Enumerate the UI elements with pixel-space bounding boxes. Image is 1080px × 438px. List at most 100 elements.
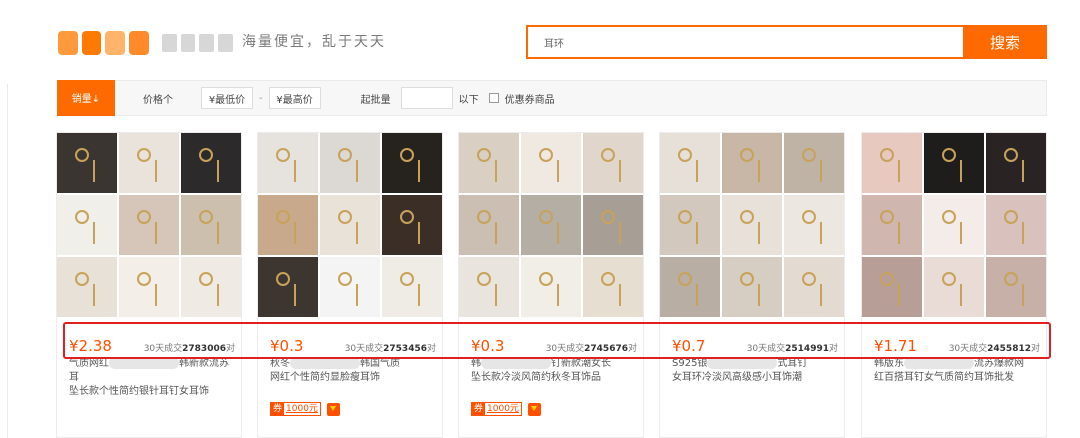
product-title[interactable]: 秋冬 韩国气质 网红个性简约显脸瘦耳饰 <box>270 357 436 385</box>
product-image-tile <box>57 133 117 193</box>
monthly-sales: 30天成交2455812对 <box>948 344 1040 354</box>
product-image-tile <box>722 257 782 317</box>
product-image-tile <box>382 195 442 255</box>
product-image-tile <box>181 257 241 317</box>
logo-mark <box>81 31 102 55</box>
product-image-tile <box>583 257 643 317</box>
price-row: ¥2.38 30天成交2783006对 <box>69 337 235 355</box>
product-image-tile <box>784 133 844 193</box>
max-price-input[interactable]: ¥最高价 <box>268 87 321 109</box>
product-title[interactable]: S925银 式耳钉 女耳环冷淡风高级感小耳饰潮 <box>672 357 838 385</box>
gift-icon <box>527 402 541 416</box>
product-image[interactable] <box>459 133 643 317</box>
product-image[interactable] <box>57 133 241 317</box>
logo-mark <box>161 34 177 52</box>
monthly-sales: 30天成交2745676对 <box>545 344 637 354</box>
monthly-sales: 30天成交2514991对 <box>746 344 838 354</box>
logo-mark <box>180 34 196 52</box>
product-card[interactable]: ¥0.3 30天成交2753456对 秋冬 韩国气质 网红个性简约显脸瘦耳饰 券1… <box>257 132 443 438</box>
product-image-tile <box>986 257 1046 317</box>
product-search-page: 海量便宜，乱于天天 搜索 销量↓ 价格个 ¥最低价 - ¥最高价 起批量 以下 … <box>0 0 1080 438</box>
search-button[interactable]: 搜索 <box>963 25 1047 59</box>
product-image[interactable] <box>862 133 1046 317</box>
product-image-tile <box>181 195 241 255</box>
product-image-tile <box>459 257 519 317</box>
product-image-tile <box>320 257 380 317</box>
product-image-tile <box>320 195 380 255</box>
product-image-tile <box>57 195 117 255</box>
logo-mark <box>218 34 233 52</box>
product-price: ¥0.3 <box>270 337 304 355</box>
product-image[interactable] <box>258 133 442 317</box>
product-image-tile <box>924 133 984 193</box>
moq-input[interactable] <box>400 87 453 109</box>
product-image-tile <box>382 257 442 317</box>
logo-mark <box>199 34 215 52</box>
product-image-tile <box>181 133 241 193</box>
sort-by-price-button[interactable]: 价格个 <box>143 91 173 106</box>
sort-by-sales-button[interactable]: 销量↓ <box>57 79 115 116</box>
product-price: ¥2.38 <box>69 337 112 355</box>
product-image-tile <box>459 195 519 255</box>
product-image-tile <box>784 257 844 317</box>
min-price-input[interactable]: ¥最低价 <box>201 87 253 109</box>
product-title[interactable]: 韩版东 流苏爆款网 红百搭耳钉女气质简约耳饰批发 <box>874 357 1040 385</box>
product-image-tile <box>382 133 442 193</box>
coupon-badge[interactable]: 券 1000元 <box>471 402 541 416</box>
product-card[interactable]: ¥0.3 30天成交2745676对 韩钉新款潮女长 坠长款冷淡风简约秋冬耳饰品… <box>458 132 644 438</box>
left-sidebar-edge <box>0 84 8 438</box>
product-image-tile <box>660 195 720 255</box>
product-image-tile <box>784 195 844 255</box>
product-price: ¥1.71 <box>874 337 917 355</box>
logo-mark <box>129 31 149 55</box>
product-image-tile <box>986 133 1046 193</box>
price-row: ¥0.3 30天成交2753456对 <box>270 337 436 355</box>
product-image-tile <box>660 133 720 193</box>
product-image-tile <box>722 195 782 255</box>
site-slogan: 海量便宜，乱于天天 <box>242 34 386 50</box>
product-price: ¥0.3 <box>471 337 505 355</box>
product-image-tile <box>722 133 782 193</box>
product-image-tile <box>320 133 380 193</box>
product-image-tile <box>583 133 643 193</box>
product-title[interactable]: 气质网红 韩新款流苏耳 坠长款个性简约银针耳钉女耳饰 <box>69 357 235 399</box>
moq-below-label: 以下 <box>458 94 479 106</box>
product-image-tile <box>119 257 179 317</box>
filter-bar: 销量↓ 价格个 ¥最低价 - ¥最高价 起批量 以下 优惠券商品 <box>57 79 1047 116</box>
product-image-tile <box>583 195 643 255</box>
price-row: ¥1.71 30天成交2455812对 <box>874 337 1040 355</box>
product-image-tile <box>258 257 318 317</box>
product-image-tile <box>258 195 318 255</box>
product-card[interactable]: ¥1.71 30天成交2455812对 韩版东 流苏爆款网 红百搭耳钉女气质简约耳… <box>861 132 1047 438</box>
product-image-tile <box>258 133 318 193</box>
product-image-tile <box>57 257 117 317</box>
product-image-tile <box>521 257 581 317</box>
product-image-tile <box>862 257 922 317</box>
search-input[interactable] <box>528 27 963 57</box>
price-range-separator: - <box>259 92 263 104</box>
product-image-tile <box>924 257 984 317</box>
coupon-badge[interactable]: 券 1000元 <box>270 402 340 416</box>
product-image-tile <box>660 257 720 317</box>
product-image-tile <box>862 195 922 255</box>
coupon-filter-label[interactable]: 优惠券商品 <box>505 91 555 106</box>
monthly-sales: 30天成交2783006对 <box>143 344 235 354</box>
product-image[interactable] <box>660 133 844 317</box>
product-card[interactable]: ¥0.7 30天成交2514991对 S925银 式耳钉 女耳环冷淡风高级感小耳饰… <box>659 132 845 438</box>
price-row: ¥0.7 30天成交2514991对 <box>672 337 838 355</box>
product-image-tile <box>986 195 1046 255</box>
product-image-tile <box>862 133 922 193</box>
price-row: ¥0.3 30天成交2745676对 <box>471 337 637 355</box>
site-logo[interactable] <box>58 27 233 59</box>
product-image-tile <box>119 133 179 193</box>
product-image-tile <box>924 195 984 255</box>
product-image-tile <box>119 195 179 255</box>
product-title[interactable]: 韩钉新款潮女长 坠长款冷淡风简约秋冬耳饰品 <box>471 357 637 385</box>
product-image-tile <box>521 195 581 255</box>
moq-label: 起批量 <box>360 94 391 106</box>
logo-mark <box>105 31 126 55</box>
monthly-sales: 30天成交2753456对 <box>344 344 436 354</box>
product-card[interactable]: ¥2.38 30天成交2783006对 气质网红 韩新款流苏耳 坠长款个性简约银针… <box>56 132 242 438</box>
coupon-checkbox[interactable] <box>488 93 499 103</box>
product-price: ¥0.7 <box>672 337 706 355</box>
